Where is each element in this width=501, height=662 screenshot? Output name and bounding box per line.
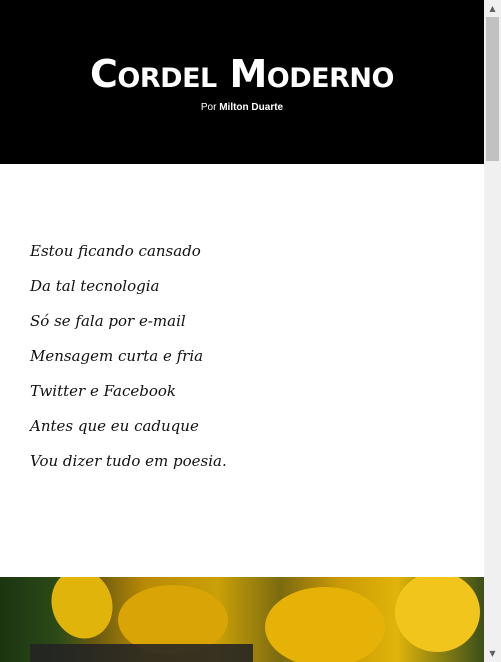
poem-verse: Estou ficando cansado [30,242,201,260]
poem-verse: Vou dizer tudo em poesia. [30,452,227,470]
vertical-scrollbar[interactable]: ▲ ▼ [484,0,501,662]
site-header: Cordel Moderno Por Milton Duarte [0,0,484,164]
byline: Por Milton Duarte [0,102,484,114]
scroll-up-icon[interactable]: ▲ [484,0,501,17]
flower-petal [42,577,122,647]
poem-verse: Da tal tecnologia [30,277,160,295]
poem-verse: Twitter e Facebook [30,382,176,400]
poem-verse: Só se fala por e-mail [30,312,186,330]
poem-verse: Mensagem curta e fria [30,347,204,365]
page: Cordel Moderno Por Milton Duarte Estou f… [0,0,484,662]
author-name[interactable]: Milton Duarte [219,102,283,113]
byline-prefix: Por [200,102,217,113]
site-title[interactable]: Cordel Moderno [0,52,484,96]
scroll-thumb[interactable] [486,17,499,161]
poem: Estou ficando cansado Da tal tecnologia … [30,234,227,479]
poem-verse: Antes que eu caduque [30,417,199,435]
flower-image [0,577,484,662]
flower-petal [265,587,385,662]
flower-petal [395,577,480,652]
scroll-down-icon[interactable]: ▼ [484,645,501,662]
caption-overlay [30,644,253,662]
